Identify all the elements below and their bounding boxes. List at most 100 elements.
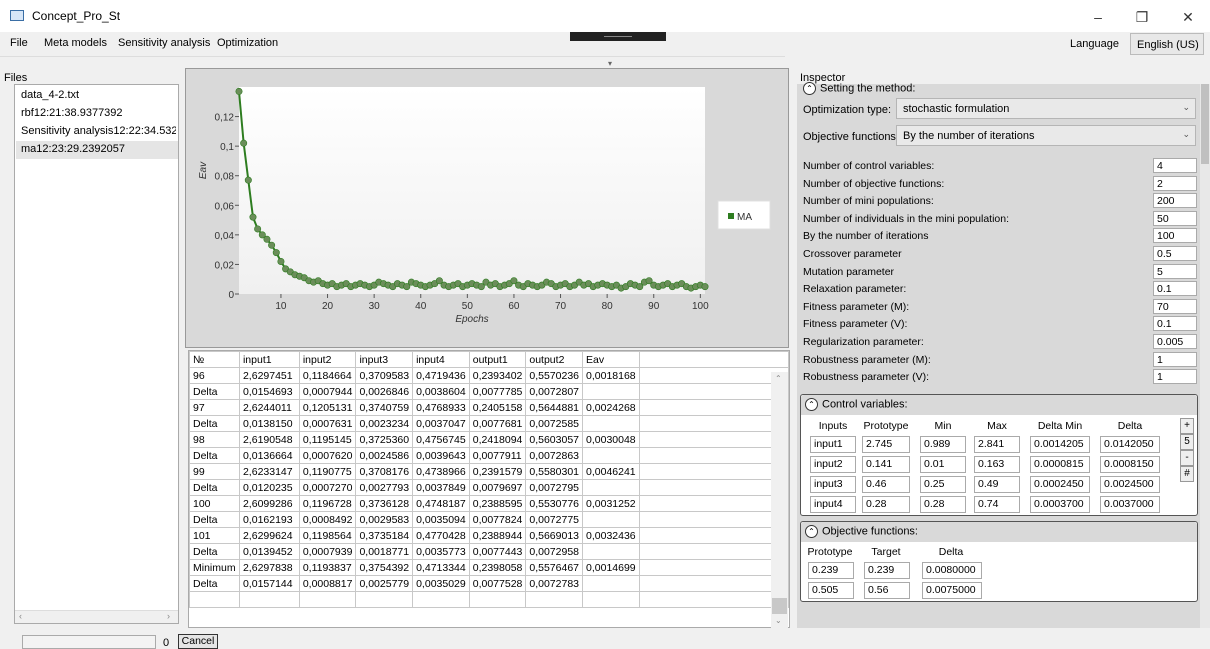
- cv-cell[interactable]: 0.163: [974, 456, 1020, 473]
- column-header[interactable]: input3: [355, 351, 414, 368]
- table-cell[interactable]: 0,0007944: [298, 383, 357, 400]
- table-cell[interactable]: [582, 383, 640, 400]
- cv-cell[interactable]: 2.841: [974, 436, 1020, 453]
- table-cell[interactable]: 0,0077785: [468, 383, 527, 400]
- table-cell[interactable]: 0,0030048: [582, 431, 640, 448]
- param-input[interactable]: 0.005: [1153, 334, 1197, 349]
- menu-optimization[interactable]: Optimization: [217, 37, 278, 49]
- table-cell[interactable]: 0,0072775: [525, 511, 584, 528]
- horizontal-splitter[interactable]: ▾: [0, 56, 785, 68]
- column-header[interactable]: input4: [412, 351, 470, 368]
- table-cell[interactable]: Delta: [189, 383, 240, 400]
- table-cell[interactable]: 0,4770428: [412, 527, 470, 544]
- table-cell[interactable]: 0,0027793: [355, 479, 414, 496]
- column-header[interactable]: input2: [298, 351, 357, 368]
- table-cell[interactable]: 100: [189, 495, 240, 512]
- table-cell[interactable]: 0,0037047: [412, 415, 470, 432]
- inspector-scroll-thumb[interactable]: [1201, 84, 1209, 164]
- table-cell[interactable]: 0,0072863: [525, 447, 584, 464]
- table-cell[interactable]: 0,2391579: [468, 463, 527, 480]
- table-cell[interactable]: 0,3709583: [355, 367, 414, 384]
- table-cell[interactable]: 0,2398058: [468, 559, 527, 576]
- table-cell[interactable]: 0,0154693: [238, 383, 300, 400]
- table-cell[interactable]: 0,0023234: [355, 415, 414, 432]
- table-cell[interactable]: 0,0038604: [412, 383, 470, 400]
- file-item[interactable]: data_4-2.txt: [21, 89, 176, 101]
- cv-cell[interactable]: 0.0002450: [1030, 476, 1090, 493]
- table-cell[interactable]: 0,0136664: [238, 447, 300, 464]
- table-cell[interactable]: 99: [189, 463, 240, 480]
- cv-cell[interactable]: 0.28: [920, 496, 966, 513]
- param-input[interactable]: 1: [1153, 369, 1197, 385]
- table-cell[interactable]: 0,0077911: [468, 447, 527, 464]
- table-cell[interactable]: 2,6190548: [238, 431, 300, 448]
- table-cell[interactable]: 0,1198564: [298, 527, 357, 544]
- column-header[interactable]: input1: [238, 351, 300, 368]
- table-cell[interactable]: 0,0077443: [468, 543, 527, 560]
- table-cell[interactable]: 0,0025779: [355, 575, 414, 592]
- table-cell[interactable]: 0,0008492: [298, 511, 357, 528]
- table-row[interactable]: 97 2,6244011 0,1205131 0,3740759 0,4768933 0,…: [189, 399, 789, 416]
- table-cell[interactable]: 0,0018771: [355, 543, 414, 560]
- table-cell[interactable]: 0,0008817: [298, 575, 357, 592]
- param-input[interactable]: 200: [1153, 193, 1197, 209]
- param-input[interactable]: 0.5: [1153, 246, 1197, 261]
- table-row[interactable]: Delta 0,0162193 0,0008492 0,0029583 0,003509…: [189, 511, 789, 528]
- table-cell[interactable]: [582, 575, 640, 592]
- table-cell[interactable]: [582, 511, 640, 528]
- cv-cell[interactable]: 0.0014205: [1030, 436, 1090, 453]
- table-cell[interactable]: 0,0139452: [238, 543, 300, 560]
- cv-cell[interactable]: 0.141: [862, 456, 910, 473]
- table-cell[interactable]: 0,3735184: [355, 527, 414, 544]
- cv-cell[interactable]: 0.0037000: [1100, 496, 1160, 513]
- param-input[interactable]: 4: [1153, 158, 1197, 173]
- param-input[interactable]: 1: [1153, 351, 1197, 367]
- column-header[interactable]: №: [189, 351, 240, 368]
- table-cell[interactable]: 0,0018168: [582, 367, 640, 384]
- table-cell[interactable]: 0,0077824: [468, 511, 527, 528]
- table-cell[interactable]: 0,0007620: [298, 447, 357, 464]
- table-cell[interactable]: 0,0007270: [298, 479, 357, 496]
- param-input[interactable]: 2: [1153, 175, 1197, 191]
- of-cell[interactable]: 0.239: [864, 562, 910, 579]
- table-cell[interactable]: 0,2405158: [468, 399, 527, 416]
- table-cell[interactable]: 0,0077528: [468, 575, 527, 592]
- collapse-icon[interactable]: ⌃: [803, 82, 816, 95]
- table-cell[interactable]: 0,4719436: [412, 367, 470, 384]
- table-cell[interactable]: 0,1196728: [298, 495, 357, 512]
- table-cell[interactable]: 0,0007631: [298, 415, 357, 432]
- table-row[interactable]: Delta 0,0138150 0,0007631 0,0023234 0,003704…: [189, 415, 789, 432]
- table-cell[interactable]: 0,5576467: [525, 559, 584, 576]
- table-cell[interactable]: 0,5530776: [525, 495, 584, 512]
- column-header[interactable]: output1: [468, 351, 527, 368]
- cv-cell[interactable]: 0.01: [920, 456, 966, 473]
- collapse-icon[interactable]: ⌃: [805, 398, 818, 411]
- table-cell[interactable]: 0,2388944: [468, 527, 527, 544]
- cancel-button[interactable]: Cancel: [178, 634, 218, 649]
- of-cell[interactable]: 0.0080000: [922, 562, 982, 579]
- cv-cell[interactable]: 0.28: [862, 496, 910, 513]
- table-cell[interactable]: 0,4768933: [412, 399, 470, 416]
- table-row[interactable]: 101 2,6299624 0,1198564 0,3735184 0,4770428 0…: [189, 527, 789, 544]
- cv-cell[interactable]: 0.0142050: [1100, 436, 1160, 453]
- table-row[interactable]: Delta 0,0136664 0,0007620 0,0024586 0,003964…: [189, 447, 789, 464]
- table-cell[interactable]: 0,0029583: [355, 511, 414, 528]
- table-cell[interactable]: [582, 543, 640, 560]
- cv-cell[interactable]: 0.0000815: [1030, 456, 1090, 473]
- cv-cell[interactable]: 0.49: [974, 476, 1020, 493]
- files-horizontal-scrollbar[interactable]: ‹ ›: [15, 610, 178, 623]
- table-cell[interactable]: 0,0024268: [582, 399, 640, 416]
- table-cell[interactable]: 0,0007939: [298, 543, 357, 560]
- table-cell[interactable]: 0,0014699: [582, 559, 640, 576]
- maximize-button[interactable]: ❐: [1120, 4, 1164, 30]
- close-button[interactable]: ✕: [1166, 4, 1210, 30]
- table-cell[interactable]: 0,0072783: [525, 575, 584, 592]
- table-cell[interactable]: 0,5603057: [525, 431, 584, 448]
- table-cell[interactable]: Delta: [189, 447, 240, 464]
- table-cell[interactable]: 0,0072585: [525, 415, 584, 432]
- table-cell[interactable]: 0,0079697: [468, 479, 527, 496]
- table-cell[interactable]: 0,0162193: [238, 511, 300, 528]
- file-item[interactable]: ma12:23:29.2392057: [21, 143, 176, 155]
- collapse-icon[interactable]: ⌃: [805, 525, 818, 538]
- panel-grip[interactable]: [570, 32, 666, 41]
